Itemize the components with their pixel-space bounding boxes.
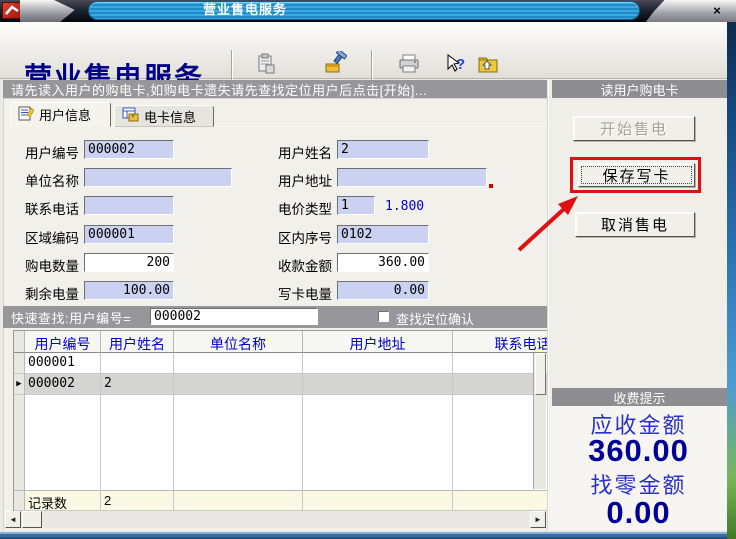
tab-card-info-label: 电卡信息 [144, 107, 196, 126]
card-panel-header: 读用户购电卡 [552, 80, 727, 98]
user-id-label: 用户编号 [25, 142, 79, 162]
horizontal-scroll-thumb[interactable] [22, 511, 42, 528]
record-count-label: 记录数 [25, 490, 101, 511]
area-code-field[interactable] [84, 225, 174, 244]
card-reader-tools-icon [323, 49, 347, 75]
cell-user-name [101, 353, 174, 374]
table-header-row: 用户编号 用户姓名 单位名称 用户地址 联系电话 [14, 331, 547, 353]
help-cursor-icon: ? [444, 49, 468, 75]
horizontal-scroll-track[interactable] [42, 511, 530, 528]
vertical-scroll-thumb[interactable] [535, 353, 546, 395]
record-count-value: 2 [101, 490, 174, 511]
remaining-power-label: 剩余电量 [25, 283, 79, 303]
table-header-selector [14, 331, 25, 353]
col-header-unit-name: 单位名称 [174, 331, 303, 353]
app-logo-icon [2, 2, 22, 19]
message-bar: 请先读入用户的购电卡,如购电卡遗失请先查找定位用户后点击[开始]... [3, 80, 547, 98]
quick-search-label: 快速查找:用户编号= [11, 308, 131, 327]
user-name-label: 用户姓名 [278, 142, 332, 162]
tab-user-info-label: 用户信息 [39, 105, 91, 124]
annotation-arrow-icon [498, 190, 593, 258]
purchase-qty-field[interactable] [84, 253, 174, 272]
window-bottom-border [0, 531, 736, 539]
tab-user-info[interactable]: 用户信息 [10, 102, 111, 127]
desktop-wallpaper-strip [727, 22, 736, 539]
annotation-highlight-box [570, 157, 701, 193]
app-window: 营业售电服务 × 营业售电服务 读卡 设读卡器 打印发票 [0, 0, 736, 539]
unit-name-field[interactable] [84, 168, 232, 187]
table-empty-area [14, 395, 547, 490]
window-title: 营业售电服务 [88, 1, 640, 20]
change-value: 0.00 [550, 495, 727, 531]
unit-name-label: 单位名称 [25, 170, 79, 190]
user-info-icon [18, 106, 34, 124]
charge-panel-header: 收费提示 [552, 388, 727, 406]
receivable-value: 360.00 [550, 433, 727, 469]
user-table: 用户编号 用户姓名 单位名称 用户地址 联系电话 000001 ▶ 000002… [13, 330, 547, 511]
locate-confirm-label: 查找定位确认 [396, 309, 474, 328]
purchase-qty-label: 购电数量 [25, 255, 79, 275]
selected-row-marker-icon: ▶ [14, 374, 25, 395]
area-seq-field[interactable] [337, 225, 429, 244]
svg-text:?: ? [456, 56, 465, 73]
cell-address [303, 353, 453, 374]
locate-confirm-checkbox[interactable] [378, 311, 389, 322]
card-info-icon: * [122, 107, 139, 125]
price-type-field[interactable] [337, 196, 375, 215]
cancel-sale-button[interactable]: 取消售电 [575, 212, 695, 237]
cell-address [303, 374, 453, 395]
card-reader-icon [255, 49, 277, 75]
col-header-address: 用户地址 [303, 331, 453, 353]
exit-folder-icon [477, 49, 499, 75]
toolbar: 营业售电服务 读卡 设读卡器 打印发票 ? 帮助 [0, 22, 736, 79]
user-address-label: 用户地址 [278, 170, 332, 190]
table-horizontal-scrollbar[interactable]: ◄ ► [5, 511, 546, 528]
area-seq-label: 区内序号 [278, 227, 332, 247]
titlebar-swoosh-left [20, 0, 94, 22]
cell-unit-name [174, 374, 303, 395]
contact-phone-label: 联系电话 [25, 198, 79, 218]
write-card-power-label: 写卡电量 [278, 283, 332, 303]
price-rate-value: 1.800 [385, 199, 424, 214]
area-code-label: 区域编码 [25, 227, 79, 247]
write-card-power-field[interactable] [337, 281, 429, 300]
remaining-power-field[interactable] [84, 281, 174, 300]
user-address-field[interactable] [337, 168, 487, 187]
price-type-label: 电价类型 [278, 198, 332, 218]
quick-search-input[interactable] [150, 308, 318, 325]
window-titlebar: 营业售电服务 × [0, 0, 736, 22]
col-header-user-id: 用户编号 [25, 331, 101, 353]
table-vertical-scrollbar[interactable] [533, 353, 546, 489]
table-row-selected[interactable]: ▶ 000002 2 [14, 374, 547, 395]
row-marker [14, 353, 25, 374]
payment-amount-label: 收款金额 [278, 255, 332, 275]
start-sale-button[interactable]: 开始售电 [573, 116, 695, 141]
contact-phone-field[interactable] [84, 196, 174, 215]
cell-user-name: 2 [101, 374, 174, 395]
cell-user-id: 000001 [25, 353, 101, 374]
table-footer-row: 记录数 2 [14, 490, 547, 511]
scroll-left-button[interactable]: ◄ [5, 511, 21, 528]
user-id-field[interactable] [84, 140, 174, 159]
svg-text:*: * [132, 114, 135, 123]
scroll-right-button[interactable]: ► [530, 511, 546, 528]
annotation-dot [489, 184, 493, 188]
printer-icon [397, 49, 421, 75]
table-row[interactable]: 000001 [14, 353, 547, 374]
col-header-phone: 联系电话 [453, 331, 547, 353]
cell-unit-name [174, 353, 303, 374]
payment-amount-field[interactable] [337, 253, 429, 272]
tab-card-info[interactable]: * 电卡信息 [114, 105, 214, 127]
close-button[interactable]: × [705, 2, 729, 19]
cell-user-id: 000002 [25, 374, 101, 395]
col-header-user-name: 用户姓名 [101, 331, 174, 353]
user-name-field[interactable] [337, 140, 429, 159]
